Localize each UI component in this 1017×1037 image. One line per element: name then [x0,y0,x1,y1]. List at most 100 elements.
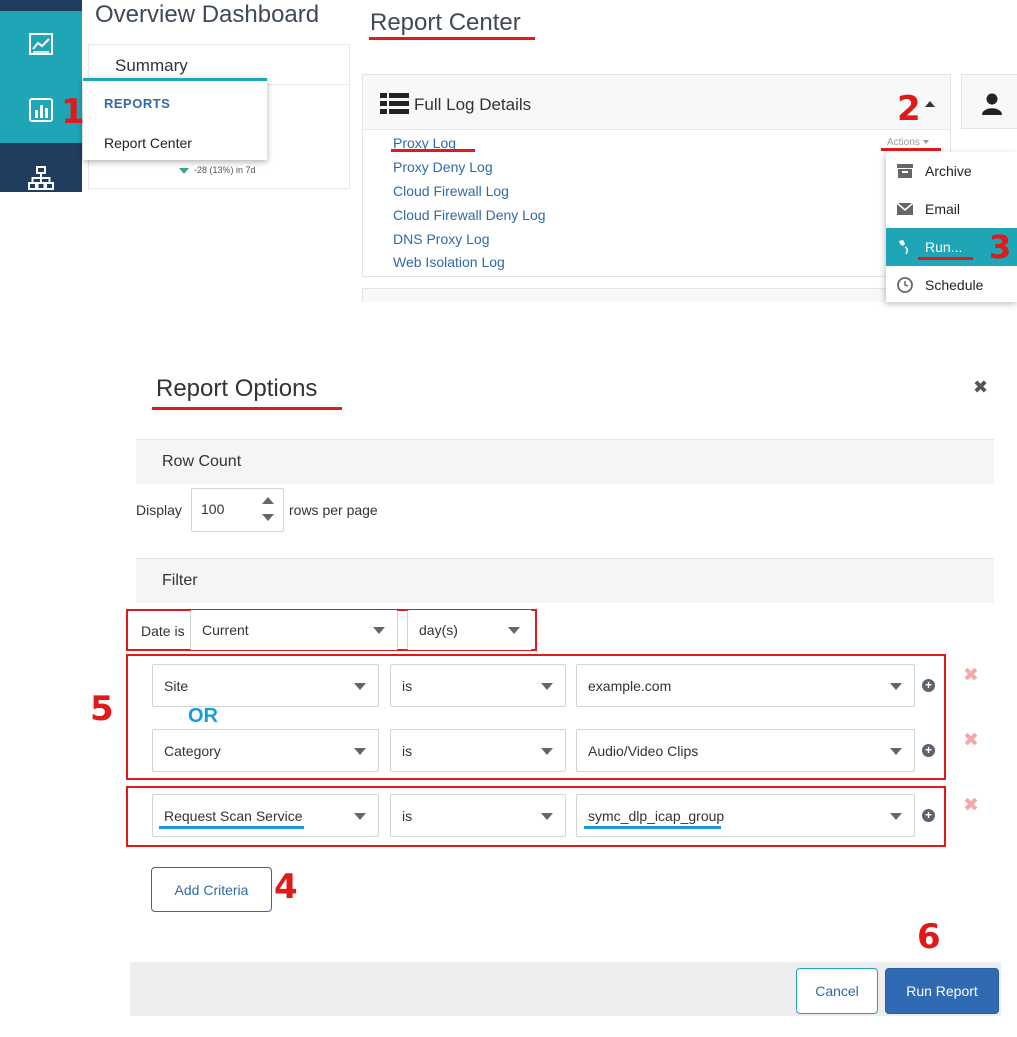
date-range-value: Current [202,622,249,638]
rows-per-page-input[interactable] [201,501,256,517]
collapse-caret-icon[interactable] [925,101,935,107]
cloud-firewall-log-link[interactable]: Cloud Firewall Log [393,183,509,199]
cloud-firewall-deny-log-link[interactable]: Cloud Firewall Deny Log [393,207,546,223]
icap-group-underline-annotation [584,826,721,829]
report-center-title: Report Center [370,9,521,36]
criteria-3-operator: is [402,808,413,824]
remove-criteria-icon[interactable]: ✖ [963,664,979,687]
chevron-down-icon [890,813,902,820]
date-is-label: Date is [141,623,185,639]
run-report-button[interactable]: Run Report [885,968,999,1014]
criteria-3-operator-select[interactable]: is [390,794,566,837]
cancel-button[interactable]: Cancel [796,968,878,1014]
add-or-criteria-icon[interactable]: + [922,809,935,822]
summary-delta-text: -28 (13%) in 7d [194,165,256,175]
chevron-down-icon [890,748,902,755]
report-center-menu-item[interactable]: Report Center [104,135,192,151]
criteria-3-field: Request Scan Service [164,808,303,824]
criteria-1-operator-select[interactable]: is [390,664,566,707]
nav-network[interactable] [0,145,82,211]
actions-label: Actions [887,137,920,148]
remove-criteria-icon[interactable]: ✖ [963,794,979,817]
chevron-down-icon [890,683,902,690]
email-label: Email [925,201,961,217]
criteria-2-value: Audio/Video Clips [588,743,699,759]
chevron-down-icon [354,683,366,690]
summary-title: Summary [115,56,188,75]
dns-proxy-log-link[interactable]: DNS Proxy Log [393,231,489,247]
overview-dashboard-title: Overview Dashboard [95,1,320,28]
analytics-icon [29,33,53,55]
add-criteria-button[interactable]: Add Criteria [151,867,272,912]
step-number-4: 4 [274,867,298,907]
step-number-1: 1 [61,92,85,132]
criteria-2-field: Category [164,743,221,759]
nav-analytics[interactable] [0,11,82,77]
display-label: Display [136,502,182,518]
actions-menu: Archive Email Run... Schedule [886,152,1017,302]
dialog-footer: Cancel Run Report [130,962,1001,1016]
list-icon [380,93,409,114]
network-icon [28,166,54,190]
full-log-details-title: Full Log Details [414,95,532,114]
step-number-5: 5 [90,689,114,729]
archive-label: Archive [925,163,972,179]
criteria-1-field-select[interactable]: Site [152,664,379,707]
add-or-criteria-icon[interactable]: + [922,744,935,757]
archive-icon [897,164,913,178]
reports-flyout-heading: REPORTS [104,96,171,111]
title-underline-annotation [369,37,535,40]
schedule-label: Schedule [925,277,984,293]
summary-delta: -28 (13%) in 7d [179,165,256,175]
or-label: OR [188,705,218,727]
reports-icon [29,98,53,122]
scan-service-underline-annotation [159,826,304,829]
proxy-log-underline-annotation [391,149,475,152]
row-count-section: Row Count [136,439,994,484]
actions-dropdown[interactable]: Actions [887,137,929,148]
rows-per-page-stepper[interactable] [191,488,284,532]
full-log-details-panel: Full Log Details Proxy Log Proxy Deny Lo… [362,74,951,277]
criteria-1-value-select[interactable]: example.com [576,664,915,707]
criteria-2-operator: is [402,743,413,759]
close-icon[interactable]: ✖ [973,377,988,398]
rows-per-page-label: rows per page [289,502,378,518]
chevron-down-icon [508,627,520,634]
web-isolation-log-link[interactable]: Web Isolation Log [393,254,505,270]
step-number-2: 2 [897,89,921,129]
add-or-criteria-icon[interactable]: + [922,679,935,692]
date-unit-select[interactable]: day(s) [407,610,532,650]
chevron-down-icon [541,683,553,690]
criteria-2-field-select[interactable]: Category [152,729,379,772]
filter-section: Filter [136,558,994,603]
next-panel-header [362,288,951,302]
criteria-2-operator-select[interactable]: is [390,729,566,772]
proxy-deny-log-link[interactable]: Proxy Deny Log [393,159,493,175]
criteria-1-value: example.com [588,678,672,694]
full-log-details-header[interactable]: Full Log Details [363,75,950,130]
step-number-6: 6 [917,917,941,957]
clock-icon [897,277,913,293]
email-menu-item[interactable]: Email [886,190,1017,228]
envelope-icon [896,202,914,215]
step-number-3: 3 [989,228,1012,266]
chevron-down-icon [354,813,366,820]
report-options-title: Report Options [156,375,318,402]
schedule-menu-item[interactable]: Schedule [886,266,1017,302]
remove-criteria-icon[interactable]: ✖ [963,729,979,752]
row-count-heading: Row Count [162,453,242,470]
chevron-down-icon [541,748,553,755]
actions-underline-annotation [881,148,941,151]
criteria-2-value-select[interactable]: Audio/Video Clips [576,729,915,772]
report-options-underline-annotation [152,407,342,410]
criteria-3-value: symc_dlp_icap_group [588,808,725,824]
date-range-select[interactable]: Current [190,610,398,650]
archive-menu-item[interactable]: Archive [886,152,1017,190]
criteria-1-field: Site [164,678,189,694]
criteria-3-field-select[interactable]: Request Scan Service [152,794,379,837]
reports-flyout-menu: REPORTS Report Center [83,78,267,160]
chevron-down-icon [541,813,553,820]
criteria-3-value-select[interactable]: symc_dlp_icap_group [576,794,915,837]
decrement-arrow-icon[interactable] [262,514,274,521]
increment-arrow-icon[interactable] [262,497,274,504]
